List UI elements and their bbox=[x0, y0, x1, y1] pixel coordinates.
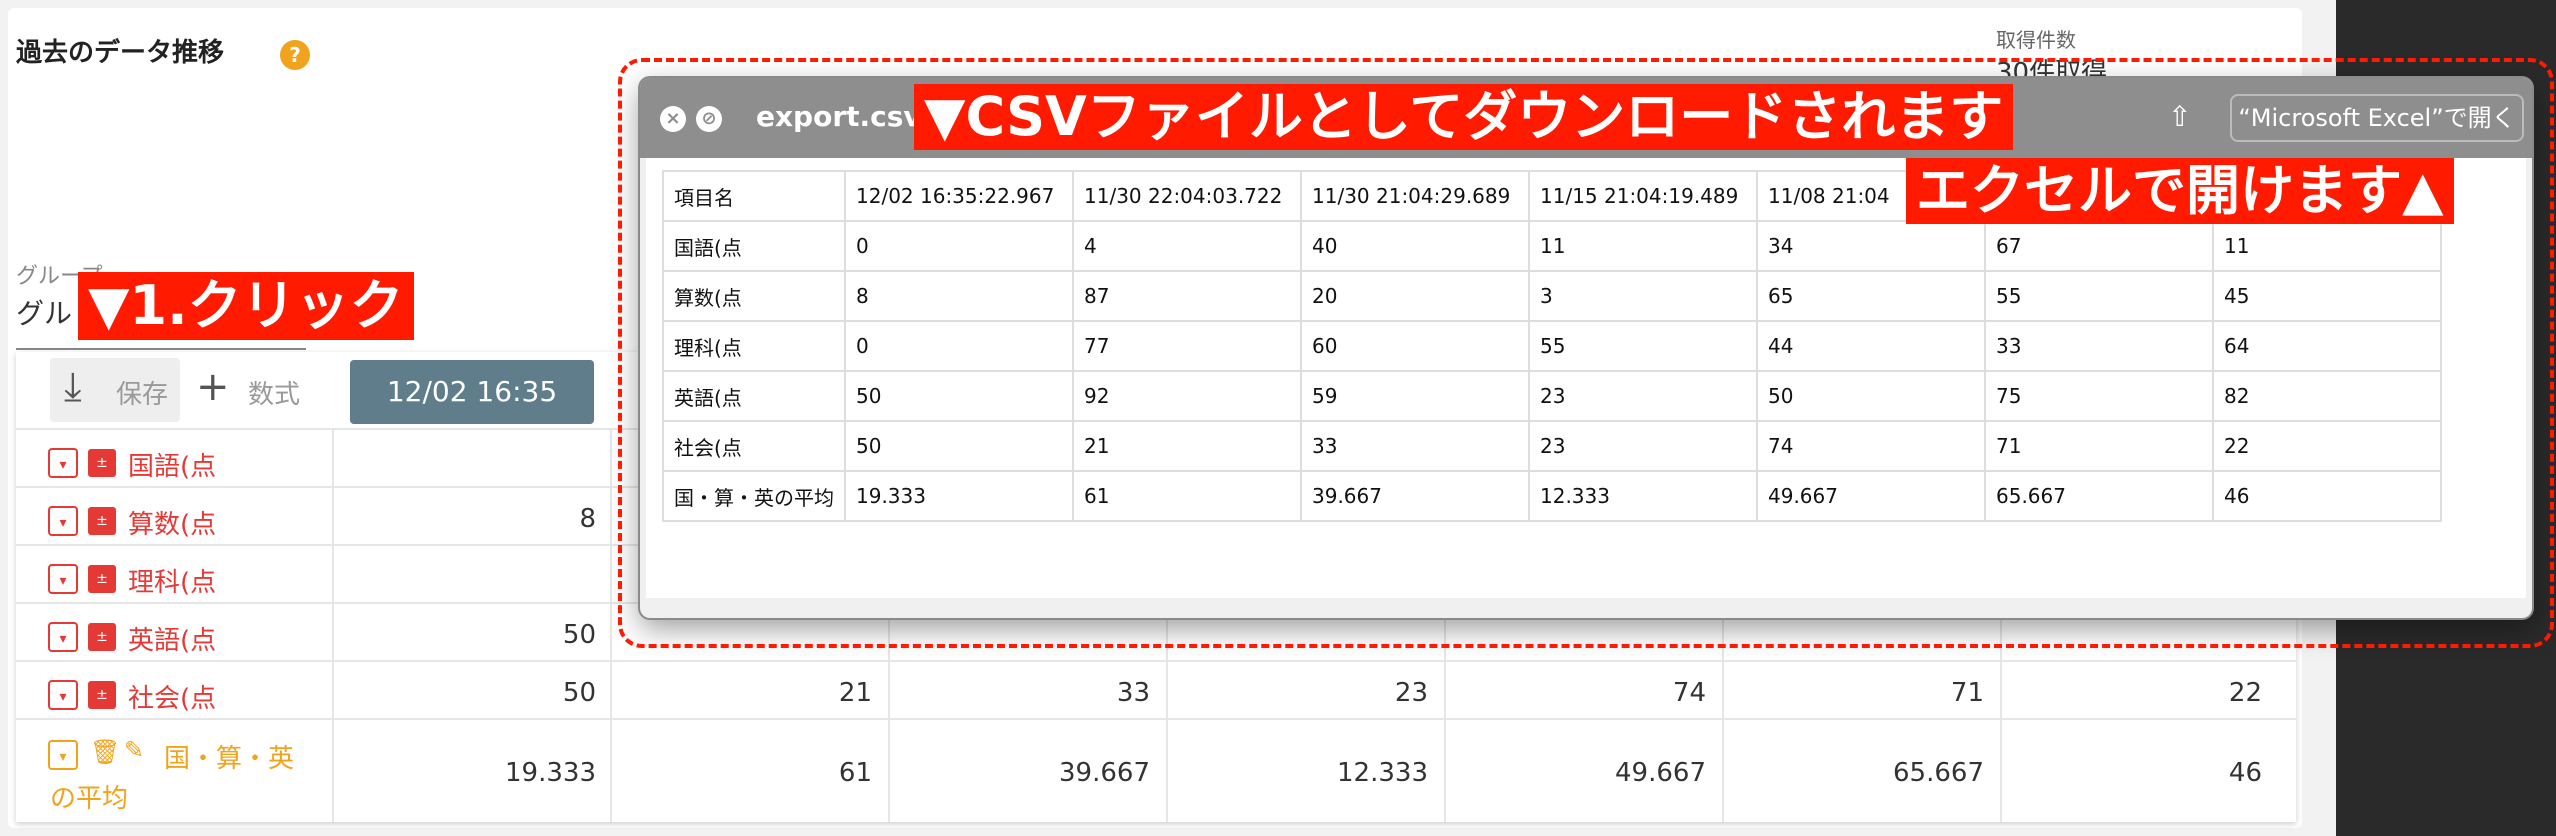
formula-button[interactable]: 数式 bbox=[248, 374, 300, 411]
table-cell: 50 bbox=[562, 620, 596, 650]
row-name: 社会(点 bbox=[128, 684, 217, 714]
row-menu-icon[interactable]: ▾ bbox=[48, 680, 78, 710]
row-name: 算数(点 bbox=[128, 510, 217, 540]
table-cell: 21 bbox=[838, 678, 872, 708]
table-cell: 50 bbox=[562, 678, 596, 708]
row-menu-icon[interactable]: ▾ bbox=[48, 506, 78, 536]
trash-icon[interactable]: 🗑 bbox=[90, 738, 120, 766]
plus-icon[interactable]: + bbox=[196, 364, 230, 410]
callout-csv: ▼CSVファイルとしてダウンロードされます bbox=[914, 84, 2014, 150]
table-cell: 22 bbox=[2228, 678, 2262, 708]
table-cell: 19.333 bbox=[505, 758, 596, 788]
row-name: 国語(点 bbox=[128, 452, 217, 482]
row-menu-icon[interactable]: ▾ bbox=[48, 740, 78, 770]
callout-excel: エクセルで開けます▲ bbox=[1906, 158, 2454, 224]
pencil-icon[interactable]: ✎ bbox=[124, 736, 144, 764]
page: 過去のデータ推移 ? 取得件数 30件取得 グループ グル ⤓ 保存 + 数式 … bbox=[0, 0, 2556, 836]
row-menu-icon[interactable]: ▾ bbox=[48, 448, 78, 478]
row-menu-icon[interactable]: ▾ bbox=[48, 564, 78, 594]
table-cell: 33 bbox=[1116, 678, 1150, 708]
row-name: 国・算・英 bbox=[164, 744, 295, 774]
date-column-button[interactable]: 12/02 16:35 bbox=[350, 360, 594, 424]
save-button[interactable]: ⤓ 保存 bbox=[50, 358, 180, 422]
calculator-icon[interactable]: ± bbox=[88, 565, 116, 593]
callout-click: ▼1.クリック bbox=[78, 272, 414, 340]
table-cell: 23 bbox=[1394, 678, 1428, 708]
page-title: 過去のデータ推移 bbox=[16, 38, 225, 68]
table-cell: 12.333 bbox=[1337, 758, 1428, 788]
table-cell: 8 bbox=[579, 504, 596, 534]
table-cell: 61 bbox=[838, 758, 872, 788]
table-cell: 39.667 bbox=[1059, 758, 1150, 788]
row-name: 英語(点 bbox=[128, 626, 217, 656]
table-cell: 46 bbox=[2228, 758, 2262, 788]
row-name-cont: の平均 bbox=[50, 784, 129, 814]
row-name: 理科(点 bbox=[128, 568, 217, 598]
download-icon: ⤓ bbox=[64, 364, 82, 410]
row-menu-icon[interactable]: ▾ bbox=[48, 622, 78, 652]
table-cell: 71 bbox=[1950, 678, 1984, 708]
table-cell: 49.667 bbox=[1615, 758, 1706, 788]
calculator-icon[interactable]: ± bbox=[88, 449, 116, 477]
help-icon[interactable]: ? bbox=[280, 40, 310, 70]
table-cell: 74 bbox=[1672, 678, 1706, 708]
group-underline bbox=[16, 348, 306, 350]
calculator-icon[interactable]: ± bbox=[88, 507, 116, 535]
count-label: 取得件数 bbox=[1996, 28, 2076, 52]
calculator-icon[interactable]: ± bbox=[88, 623, 116, 651]
save-label: 保存 bbox=[116, 380, 169, 410]
group-select[interactable]: グル bbox=[16, 292, 72, 332]
table-cell: 65.667 bbox=[1893, 758, 1984, 788]
calculator-icon[interactable]: ± bbox=[88, 681, 116, 709]
